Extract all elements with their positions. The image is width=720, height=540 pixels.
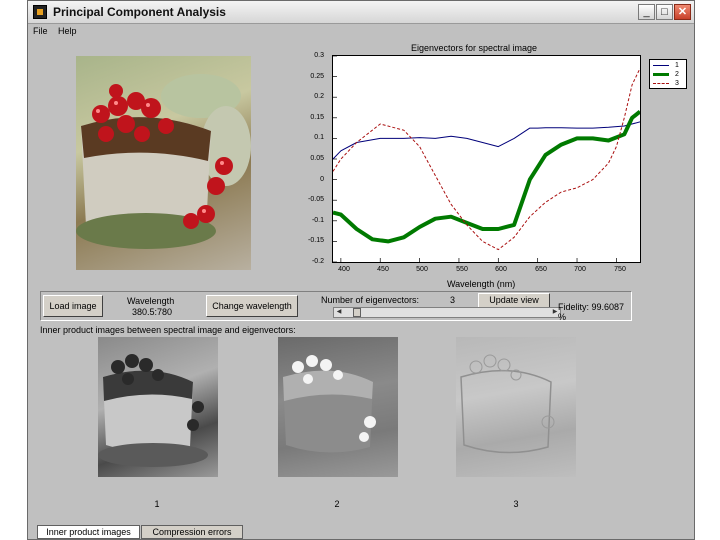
- tab-compression-errors[interactable]: Compression errors: [141, 525, 243, 539]
- eigenvector-plot: [332, 55, 642, 263]
- legend-entry: 3: [653, 79, 685, 88]
- minimize-icon[interactable]: _: [638, 4, 655, 20]
- thumbnail-label-2: 2: [334, 499, 340, 509]
- app-window: Principal Component Analysis _ □ ✕ File …: [27, 0, 695, 540]
- wavelength-value: 380.5:780: [132, 307, 173, 317]
- menu-file[interactable]: File: [33, 26, 48, 36]
- legend-swatch: [653, 65, 669, 66]
- y-tick-label: 0.05: [310, 155, 324, 162]
- cake-photo-illustration: [76, 74, 251, 249]
- inner-product-image-2: [278, 337, 398, 477]
- y-tick-label: -0.2: [311, 258, 324, 265]
- thumbnail-label-1: 1: [154, 499, 160, 509]
- series-line-3: [332, 68, 641, 251]
- x-tick-label: 400: [338, 266, 350, 273]
- y-tick-label: -0.1: [311, 217, 324, 224]
- load-image-button[interactable]: Load image: [43, 295, 103, 317]
- inner-product-caption: Inner product images between spectral im…: [40, 325, 296, 335]
- tab-inner-product-images[interactable]: Inner product images: [37, 525, 140, 539]
- y-tick-label: 0.2: [314, 93, 324, 100]
- x-tick-label: 750: [614, 266, 626, 273]
- title-bar[interactable]: Principal Component Analysis _ □ ✕: [28, 1, 694, 24]
- series-line-2: [332, 110, 642, 244]
- plot-title: Eigenvectors for spectral image: [411, 43, 538, 53]
- inner-product-image-1: [98, 337, 218, 477]
- inner-product-image-3: [456, 337, 576, 477]
- matlab-app-icon: [33, 5, 47, 19]
- change-wavelength-button[interactable]: Change wavelength: [206, 295, 298, 317]
- num-eigenvectors-label: Number of eigenvectors:: [321, 295, 420, 305]
- x-tick-label: 600: [495, 266, 507, 273]
- close-icon[interactable]: ✕: [674, 4, 691, 20]
- x-tick-label: 550: [456, 266, 468, 273]
- grayscale-cake-illustration: [283, 355, 376, 453]
- grayscale-cake-illustration: [98, 354, 208, 467]
- spectral-image: [76, 56, 251, 270]
- y-tick-label: 0.1: [314, 134, 324, 141]
- num-eigenvectors-value: 3: [450, 295, 456, 305]
- y-tick-label: -0.15: [308, 237, 324, 244]
- update-view-button[interactable]: Update view: [478, 293, 550, 308]
- menu-bar: File Help: [28, 24, 694, 40]
- control-panel: Load image Wavelength 380.5:780 Change w…: [40, 291, 632, 322]
- grayscale-cake-illustration: [460, 354, 555, 454]
- legend-label: 1: [675, 62, 679, 69]
- y-tick-label: -0.05: [308, 196, 324, 203]
- legend-swatch: [653, 83, 669, 84]
- x-tick-label: 500: [416, 266, 428, 273]
- plot-legend: 1 2 3: [649, 59, 687, 89]
- y-tick-label: 0: [320, 176, 324, 183]
- y-tick-label: 0.3: [314, 52, 324, 59]
- window-title: Principal Component Analysis: [53, 5, 226, 19]
- legend-label: 2: [675, 71, 679, 78]
- wavelength-label: Wavelength: [127, 296, 175, 306]
- x-tick-label: 700: [574, 266, 586, 273]
- eigenvector-plot-svg: [332, 55, 642, 263]
- slider-thumb[interactable]: [353, 308, 362, 317]
- slider-left-arrow-icon[interactable]: ◀: [334, 308, 344, 317]
- legend-entry: 2: [653, 70, 685, 79]
- thumbnail-label-3: 3: [513, 499, 519, 509]
- y-tick-label: 0.25: [310, 73, 324, 80]
- x-tick-label: 450: [377, 266, 389, 273]
- y-tick-label: 0.15: [310, 114, 324, 121]
- maximize-icon[interactable]: □: [656, 4, 673, 20]
- legend-swatch: [653, 73, 669, 76]
- x-axis-label: Wavelength (nm): [447, 279, 516, 289]
- eigenvector-slider[interactable]: ◀ ▶: [333, 307, 561, 318]
- legend-entry: 1: [653, 61, 685, 70]
- legend-label: 3: [675, 80, 679, 87]
- menu-help[interactable]: Help: [58, 26, 77, 36]
- x-tick-label: 650: [535, 266, 547, 273]
- fidelity-readout: Fidelity: 99.6087 %: [558, 302, 625, 322]
